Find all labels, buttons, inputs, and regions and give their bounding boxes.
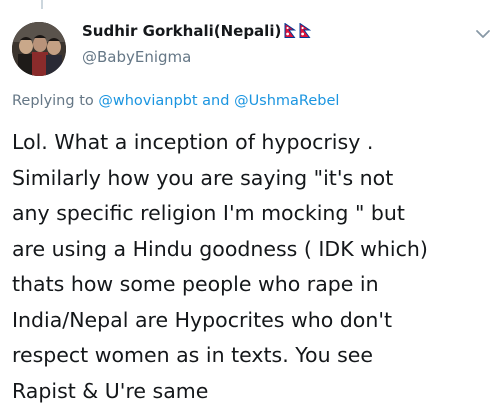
tweet-text-line: respect women as in texts. You see — [12, 343, 374, 367]
reply-mention-link[interactable]: @whovianpbt — [98, 93, 197, 109]
reply-context-prefix: Replying to — [12, 93, 94, 109]
tweet-text-line: any specific religion I'm mocking " but — [12, 201, 405, 225]
tweet-text-line: Similarly how you are saying "it's not — [12, 165, 394, 190]
avatar[interactable] — [12, 22, 66, 76]
nepal-flag-icon — [284, 23, 296, 38]
reply-conjunction[interactable]: and — [202, 93, 229, 109]
tweet-text-line: India/Nepal are Hypocrites who don't — [12, 307, 393, 332]
avatar-photo — [12, 22, 66, 76]
thread-connector-line — [41, 0, 43, 9]
flag-emojis — [284, 23, 311, 38]
tweet-text-line: are using a Hindu goodness ( IDK which) — [12, 236, 428, 261]
author-handle[interactable]: @BabyEnigma — [82, 48, 191, 66]
tweet-text-line: thats how some people who rape in — [12, 272, 379, 296]
tweet-text: Lol. What a inception of hypocrisy . Sim… — [12, 125, 492, 409]
reply-context: Replying to @whovianpbt and @UshmaRebel — [12, 93, 339, 109]
author-name[interactable]: Sudhir Gorkhali(Nepali) — [82, 22, 281, 40]
tweet-text-line: Lol. What a inception of hypocrisy . — [12, 130, 374, 154]
tweet-text-line: Rapist & U're same — [12, 378, 209, 403]
reply-mention-link[interactable]: @UshmaRebel — [234, 93, 339, 109]
chevron-down-icon[interactable] — [474, 27, 492, 41]
nepal-flag-icon — [299, 23, 311, 38]
